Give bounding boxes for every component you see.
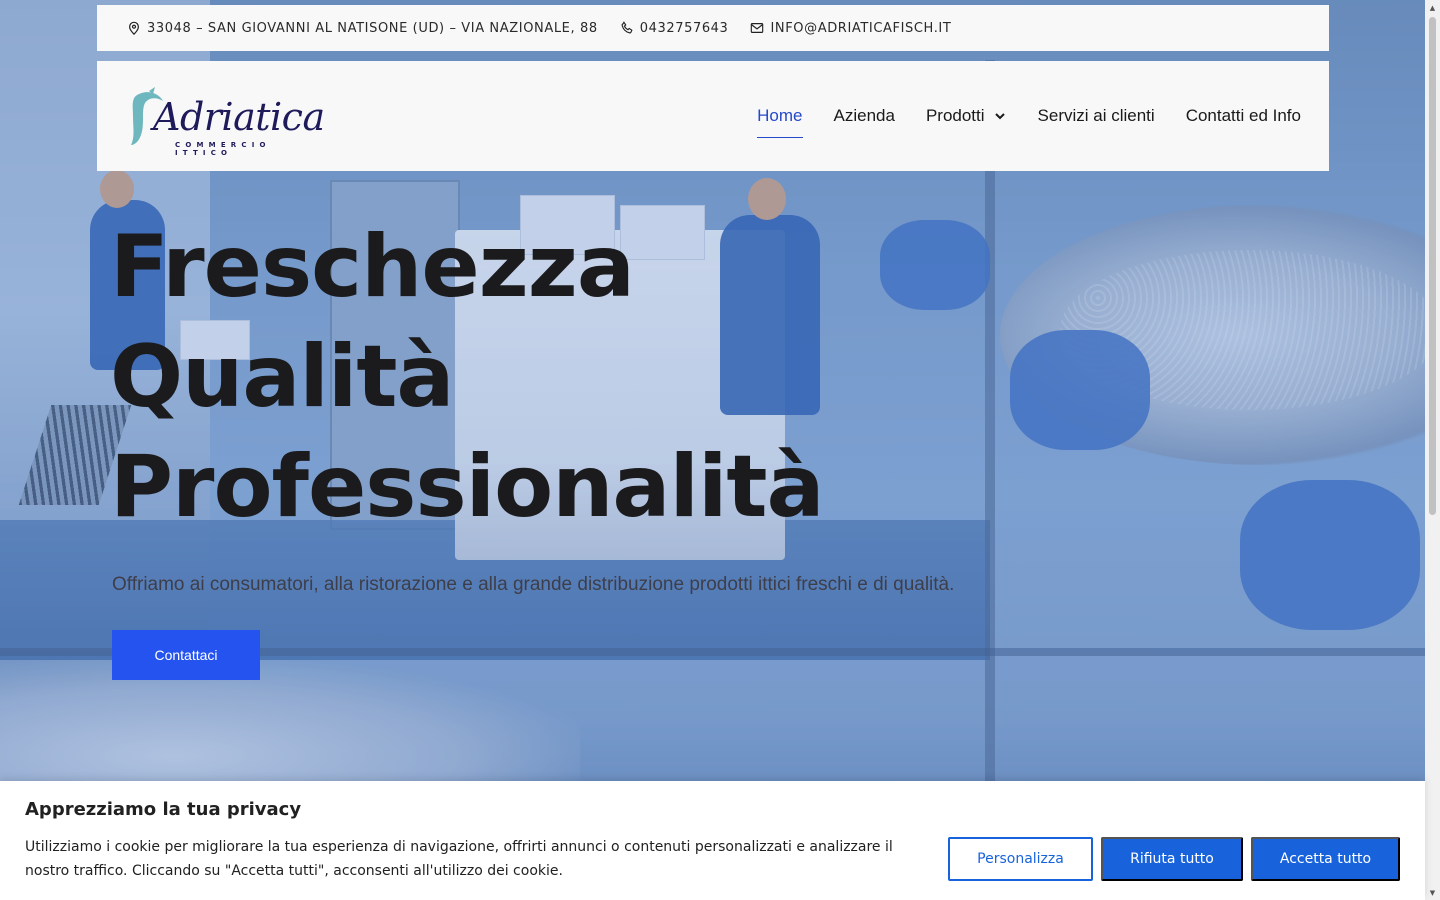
main-nav: Home Azienda Prodotti Servizi ai clienti…: [726, 61, 1301, 171]
chevron-down-icon: [993, 109, 1007, 123]
phone-item[interactable]: 0432757643: [620, 21, 729, 36]
scrollbar-thumb[interactable]: [1429, 17, 1436, 515]
site-logo[interactable]: Adriatica COMMERCIO ITTICO: [123, 77, 335, 157]
cookie-consent-banner: Apprezziamo la tua privacy Utilizziamo i…: [0, 781, 1425, 900]
phone-number[interactable]: 0432757643: [640, 21, 729, 36]
nav-item-prodotti-label: Prodotti: [925, 106, 985, 125]
hero-subtitle: Offriamo ai consumatori, alla ristorazio…: [112, 574, 955, 595]
nav-item-contatti[interactable]: Contatti ed Info: [1186, 102, 1301, 130]
site-header: Adriatica COMMERCIO ITTICO Home Azienda …: [97, 61, 1329, 171]
reject-all-button[interactable]: Rifiuta tutto: [1101, 837, 1243, 881]
hero-title-line: Qualità: [110, 327, 454, 427]
address-item: 33048 – SAN GIOVANNI AL NATISONE (UD) – …: [127, 21, 598, 36]
scroll-up-arrow-icon[interactable]: ▲: [1425, 0, 1440, 15]
nav-item-home[interactable]: Home: [757, 102, 803, 138]
customize-button[interactable]: Personalizza: [948, 837, 1093, 881]
phone-icon: [620, 21, 634, 35]
cookie-description: Utilizziamo i cookie per migliorare la t…: [25, 839, 893, 879]
hero-title-line: Freschezza: [110, 217, 635, 317]
email-address[interactable]: INFO@ADRIATICAFISCH.IT: [770, 21, 951, 36]
map-pin-icon: [127, 21, 141, 35]
mail-icon: [750, 21, 764, 35]
hero-title-line: Professionalità: [110, 437, 825, 537]
cookie-title: Apprezziamo la tua privacy: [25, 799, 302, 820]
contact-button[interactable]: Contattaci: [112, 630, 260, 680]
logo-tagline: COMMERCIO ITTICO: [175, 141, 271, 157]
nav-item-prodotti[interactable]: Prodotti: [926, 102, 1007, 130]
page-scrollbar[interactable]: ▲ ▼: [1425, 0, 1440, 900]
nav-item-servizi[interactable]: Servizi ai clienti: [1038, 102, 1155, 130]
accept-all-button[interactable]: Accetta tutto: [1251, 837, 1400, 881]
address-text: 33048 – SAN GIOVANNI AL NATISONE (UD) – …: [147, 20, 598, 36]
nav-item-azienda[interactable]: Azienda: [834, 102, 895, 130]
hero-title: Freschezza Qualità Professionalità: [110, 212, 825, 542]
email-item[interactable]: INFO@ADRIATICAFISCH.IT: [750, 21, 951, 36]
scroll-down-arrow-icon[interactable]: ▼: [1425, 885, 1440, 900]
logo-wordmark: Adriatica: [153, 95, 325, 139]
top-info-bar: 33048 – SAN GIOVANNI AL NATISONE (UD) – …: [97, 5, 1329, 51]
